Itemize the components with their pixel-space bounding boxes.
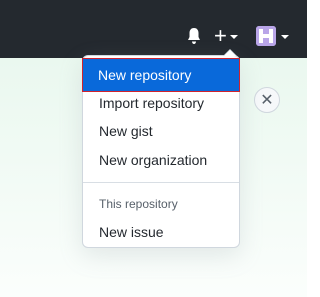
- create-new-dropdown: New repository Import repository New gis…: [82, 49, 240, 248]
- chevron-down-icon: [229, 35, 238, 39]
- menu-item-label: New organization: [99, 152, 208, 168]
- menu-item-label: New repository: [98, 67, 192, 83]
- bell-icon[interactable]: [186, 27, 202, 45]
- plus-icon: +: [214, 23, 227, 48]
- menu-item-label: Import repository: [99, 95, 205, 111]
- dropdown-caret-fill: [224, 50, 236, 56]
- close-button[interactable]: ✕: [254, 87, 280, 113]
- close-icon: ✕: [260, 92, 274, 109]
- top-header: +: [0, 0, 307, 58]
- menu-item-new-repository[interactable]: New repository: [82, 58, 240, 92]
- user-menu-button[interactable]: [256, 25, 296, 47]
- menu-item-new-issue[interactable]: New issue: [83, 218, 239, 246]
- create-new-button[interactable]: +: [214, 23, 242, 48]
- chevron-down-icon: [281, 35, 289, 39]
- menu-item-label: New gist: [99, 123, 153, 139]
- menu-divider: [83, 182, 239, 183]
- menu-item-import-repository[interactable]: Import repository: [83, 89, 239, 117]
- section-label: This repository: [99, 197, 178, 211]
- menu-item-new-organization[interactable]: New organization: [83, 146, 239, 174]
- avatar: [256, 26, 276, 46]
- menu-item-label: New issue: [99, 224, 164, 240]
- menu-item-new-gist[interactable]: New gist: [83, 117, 239, 145]
